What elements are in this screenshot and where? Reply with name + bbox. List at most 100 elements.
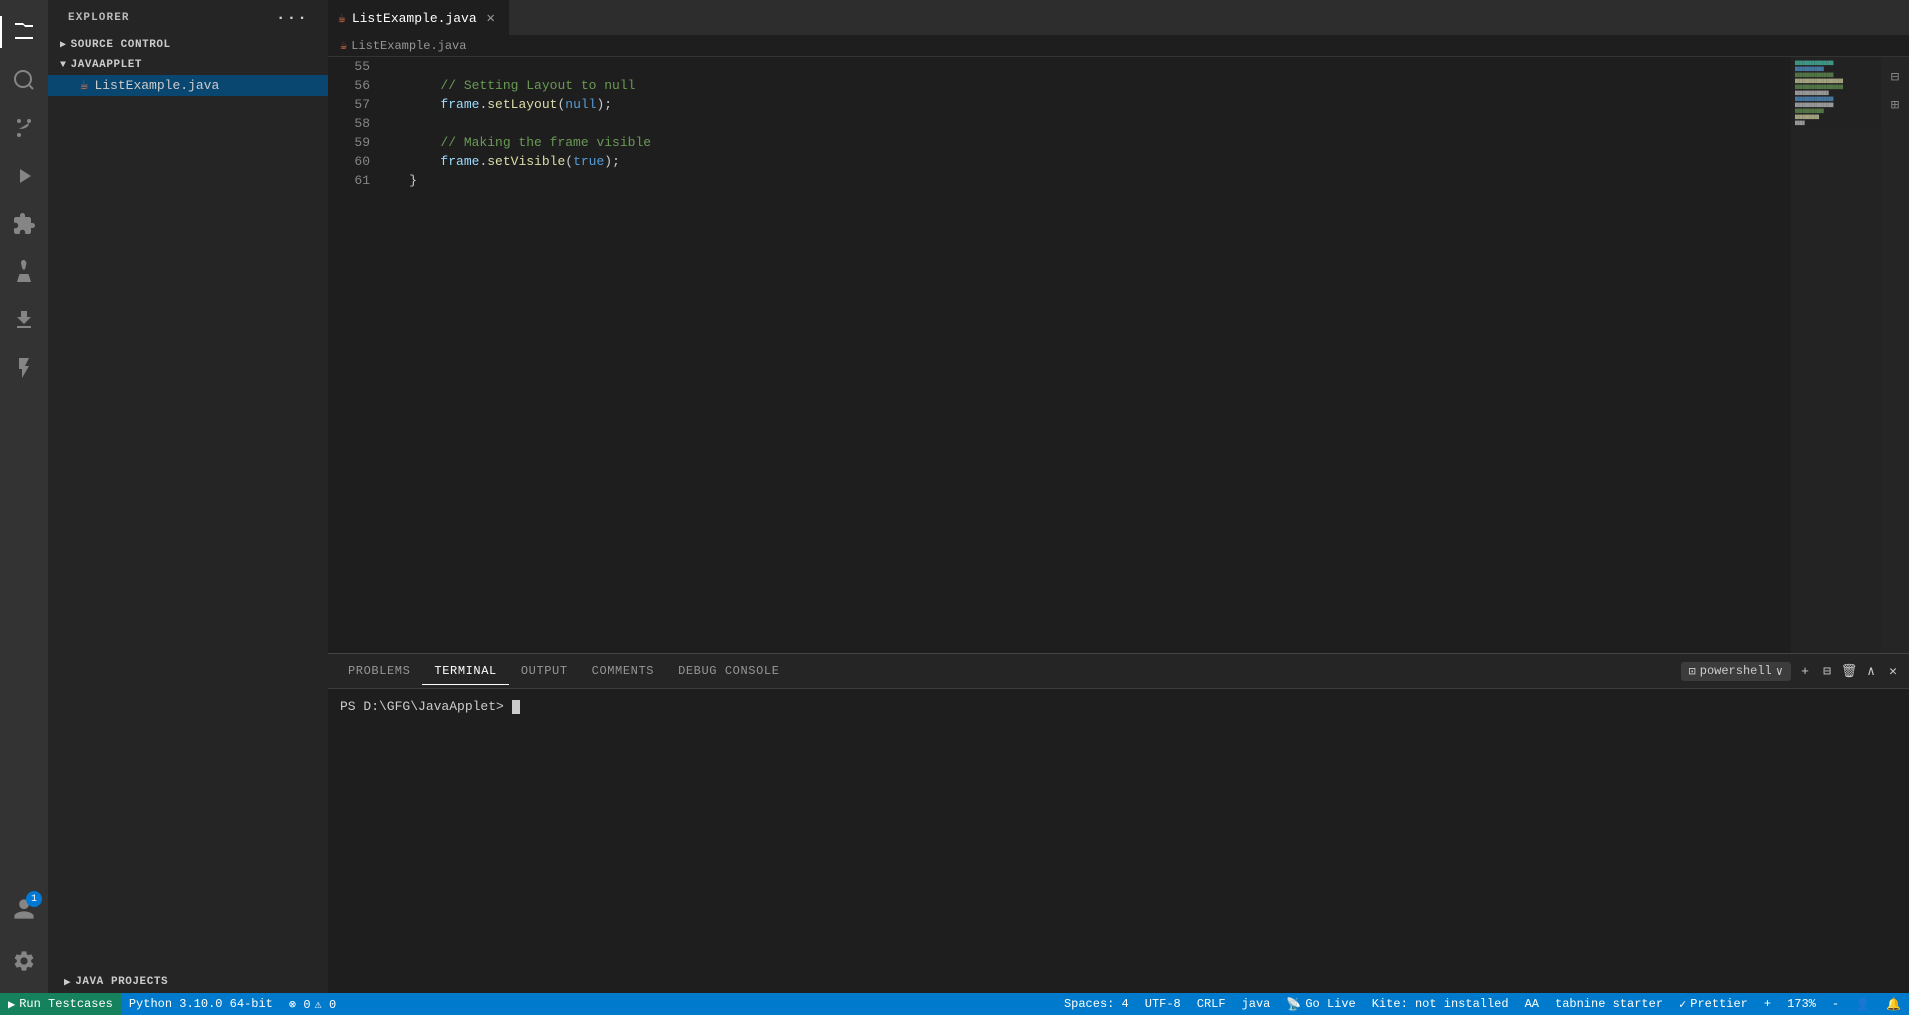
code-line-59: // Making the frame visible (378, 133, 1791, 152)
warnings-label: ⚠ 0 (315, 997, 337, 1012)
source-control-label: SOURCE CONTROL (71, 39, 171, 51)
golive-icon: 📡 (1286, 997, 1301, 1012)
panel-tabs: PROBLEMS TERMINAL OUTPUT COMMENTS DEBUG … (328, 654, 1909, 689)
tab-problems[interactable]: PROBLEMS (336, 658, 422, 684)
right-panel-icons: ⊟ ⊞ (1881, 57, 1909, 653)
editor-area: 55 56 57 58 59 60 61 // Setting Layout t… (328, 57, 1909, 653)
content-area: ☕ ListExample.java ✕ ☕ ListExample.java … (328, 0, 1909, 993)
maximize-panel-button[interactable]: ∧ (1863, 663, 1879, 679)
extensions-icon[interactable] (0, 200, 48, 248)
status-right: Spaces: 4 UTF-8 CRLF java 📡 Go Live Kite… (1056, 993, 1909, 1015)
tab-java-icon: ☕ (338, 11, 346, 26)
golive-label: Go Live (1305, 997, 1355, 1011)
source-control-section[interactable]: ▶ SOURCE CONTROL (48, 35, 328, 55)
encoding-item[interactable]: UTF-8 (1137, 993, 1189, 1015)
sidebar-more-button[interactable]: ··· (276, 9, 308, 27)
search-icon[interactable] (0, 56, 48, 104)
line-numbers: 55 56 57 58 59 60 61 (328, 57, 378, 653)
minimap: ████████████████ ████████████ ██████████… (1791, 57, 1881, 653)
notifications-item[interactable]: 🔔 (1878, 993, 1909, 1015)
prettier-icon: ✓ (1679, 997, 1686, 1012)
metrics-icon[interactable] (0, 296, 48, 344)
status-bar: ▶ Run Testcases Python 3.10.0 64-bit ⊗ 0… (0, 993, 1909, 1015)
javaapplet-section[interactable]: ▼ JAVAAPPLET (48, 55, 328, 75)
split-terminal-button[interactable]: ⊟ (1819, 663, 1835, 679)
spaces-label: Spaces: 4 (1064, 997, 1129, 1011)
python-version-item[interactable]: Python 3.10.0 64-bit (121, 993, 281, 1015)
terminal-prompt: PS D:\GFG\JavaApplet> (340, 699, 512, 714)
account-icon[interactable]: 1 (0, 885, 48, 933)
breadcrumb-bar: ☕ ListExample.java (328, 35, 1909, 57)
terminal-cursor (512, 700, 520, 714)
tab-listexample[interactable]: ☕ ListExample.java ✕ (328, 0, 509, 35)
terminal-panel: PROBLEMS TERMINAL OUTPUT COMMENTS DEBUG … (328, 653, 1909, 993)
tab-close-button[interactable]: ✕ (483, 10, 499, 26)
explorer-header: EXPLORER ··· (48, 0, 328, 35)
java-projects-section[interactable]: ▶ JAVA PROJECTS (48, 971, 328, 993)
code-line-61: } (378, 171, 1791, 190)
zoom-minus-label: - (1832, 997, 1839, 1011)
tab-comments[interactable]: COMMENTS (580, 658, 666, 684)
minimap-visual: ████████████████ ████████████ ██████████… (1791, 57, 1881, 653)
language-item[interactable]: java (1234, 993, 1279, 1015)
tab-terminal[interactable]: TERMINAL (422, 658, 508, 685)
right-icon-terminal[interactable]: ⊟ (1883, 65, 1907, 89)
spaces-item[interactable]: Spaces: 4 (1056, 993, 1137, 1015)
lightning-icon[interactable] (0, 344, 48, 392)
java-projects-label: JAVA PROJECTS (75, 976, 168, 988)
line-ending-item[interactable]: CRLF (1189, 993, 1234, 1015)
close-panel-button[interactable]: ✕ (1885, 663, 1901, 679)
javaapplet-chevron: ▼ (60, 60, 67, 71)
delete-terminal-button[interactable]: 🗑 (1841, 663, 1857, 679)
powershell-icon: ⊡ (1689, 664, 1696, 679)
breadcrumb-java-icon: ☕ (340, 38, 347, 53)
run-debug-icon[interactable] (0, 152, 48, 200)
golive-item[interactable]: 📡 Go Live (1278, 993, 1363, 1015)
errors-warnings-item[interactable]: ⊗ 0 ⚠ 0 (281, 993, 344, 1015)
zoom-minus-item[interactable]: - (1824, 993, 1847, 1015)
prettier-label: Prettier (1690, 997, 1748, 1011)
prettier-item[interactable]: ✓ Prettier (1671, 993, 1756, 1015)
code-line-55 (378, 57, 1791, 76)
encoding-label: UTF-8 (1145, 997, 1181, 1011)
account-status-item[interactable]: 👤 (1847, 993, 1878, 1015)
tabnine-label: tabnine starter (1555, 997, 1663, 1011)
aa-label: AA (1525, 997, 1539, 1011)
errors-label: ⊗ 0 (289, 997, 311, 1012)
zoom-level-item[interactable]: 173% (1779, 993, 1824, 1015)
test-icon[interactable] (0, 248, 48, 296)
source-control-chevron: ▶ (60, 39, 67, 51)
tab-bar: ☕ ListExample.java ✕ (328, 0, 1909, 35)
kite-item[interactable]: Kite: not installed (1364, 993, 1517, 1015)
java-projects-chevron: ▶ (64, 975, 71, 989)
source-control-icon[interactable] (0, 104, 48, 152)
editor-main[interactable]: 55 56 57 58 59 60 61 // Setting Layout t… (328, 57, 1791, 653)
explorer-icon[interactable] (0, 8, 48, 56)
code-line-56: // Setting Layout to null (378, 76, 1791, 95)
activity-bar: 1 (0, 0, 48, 993)
tabnine-item[interactable]: tabnine starter (1547, 993, 1671, 1015)
account-status-icon: 👤 (1855, 997, 1870, 1012)
language-label: java (1242, 997, 1271, 1011)
new-terminal-button[interactable]: + (1797, 663, 1813, 679)
run-icon: ▶ (8, 997, 15, 1012)
tab-debug-console[interactable]: DEBUG CONSOLE (666, 658, 791, 684)
code-lines: // Setting Layout to null frame.setLayou… (378, 57, 1791, 653)
settings-icon[interactable] (0, 937, 48, 985)
terminal-content[interactable]: PS D:\GFG\JavaApplet> (328, 689, 1909, 993)
kite-label: Kite: not installed (1372, 997, 1509, 1011)
tab-output[interactable]: OUTPUT (509, 658, 580, 684)
status-left: ▶ Run Testcases Python 3.10.0 64-bit ⊗ 0… (0, 993, 344, 1015)
shell-selector[interactable]: ⊡ powershell ∨ (1681, 662, 1791, 681)
javaapplet-label: JAVAAPPLET (71, 59, 143, 71)
explorer-title: EXPLORER (68, 12, 130, 24)
run-testcases-button[interactable]: ▶ Run Testcases (0, 993, 121, 1015)
file-listexample[interactable]: ☕ ListExample.java (48, 75, 328, 96)
shell-chevron-icon: ∨ (1776, 664, 1783, 679)
shell-label: powershell (1700, 664, 1772, 678)
right-icon-panel[interactable]: ⊞ (1883, 93, 1907, 117)
notifications-icon: 🔔 (1886, 997, 1901, 1012)
zoom-plus-item[interactable]: + (1756, 993, 1779, 1015)
aa-item[interactable]: AA (1517, 993, 1547, 1015)
code-container: 55 56 57 58 59 60 61 // Setting Layout t… (328, 57, 1791, 653)
